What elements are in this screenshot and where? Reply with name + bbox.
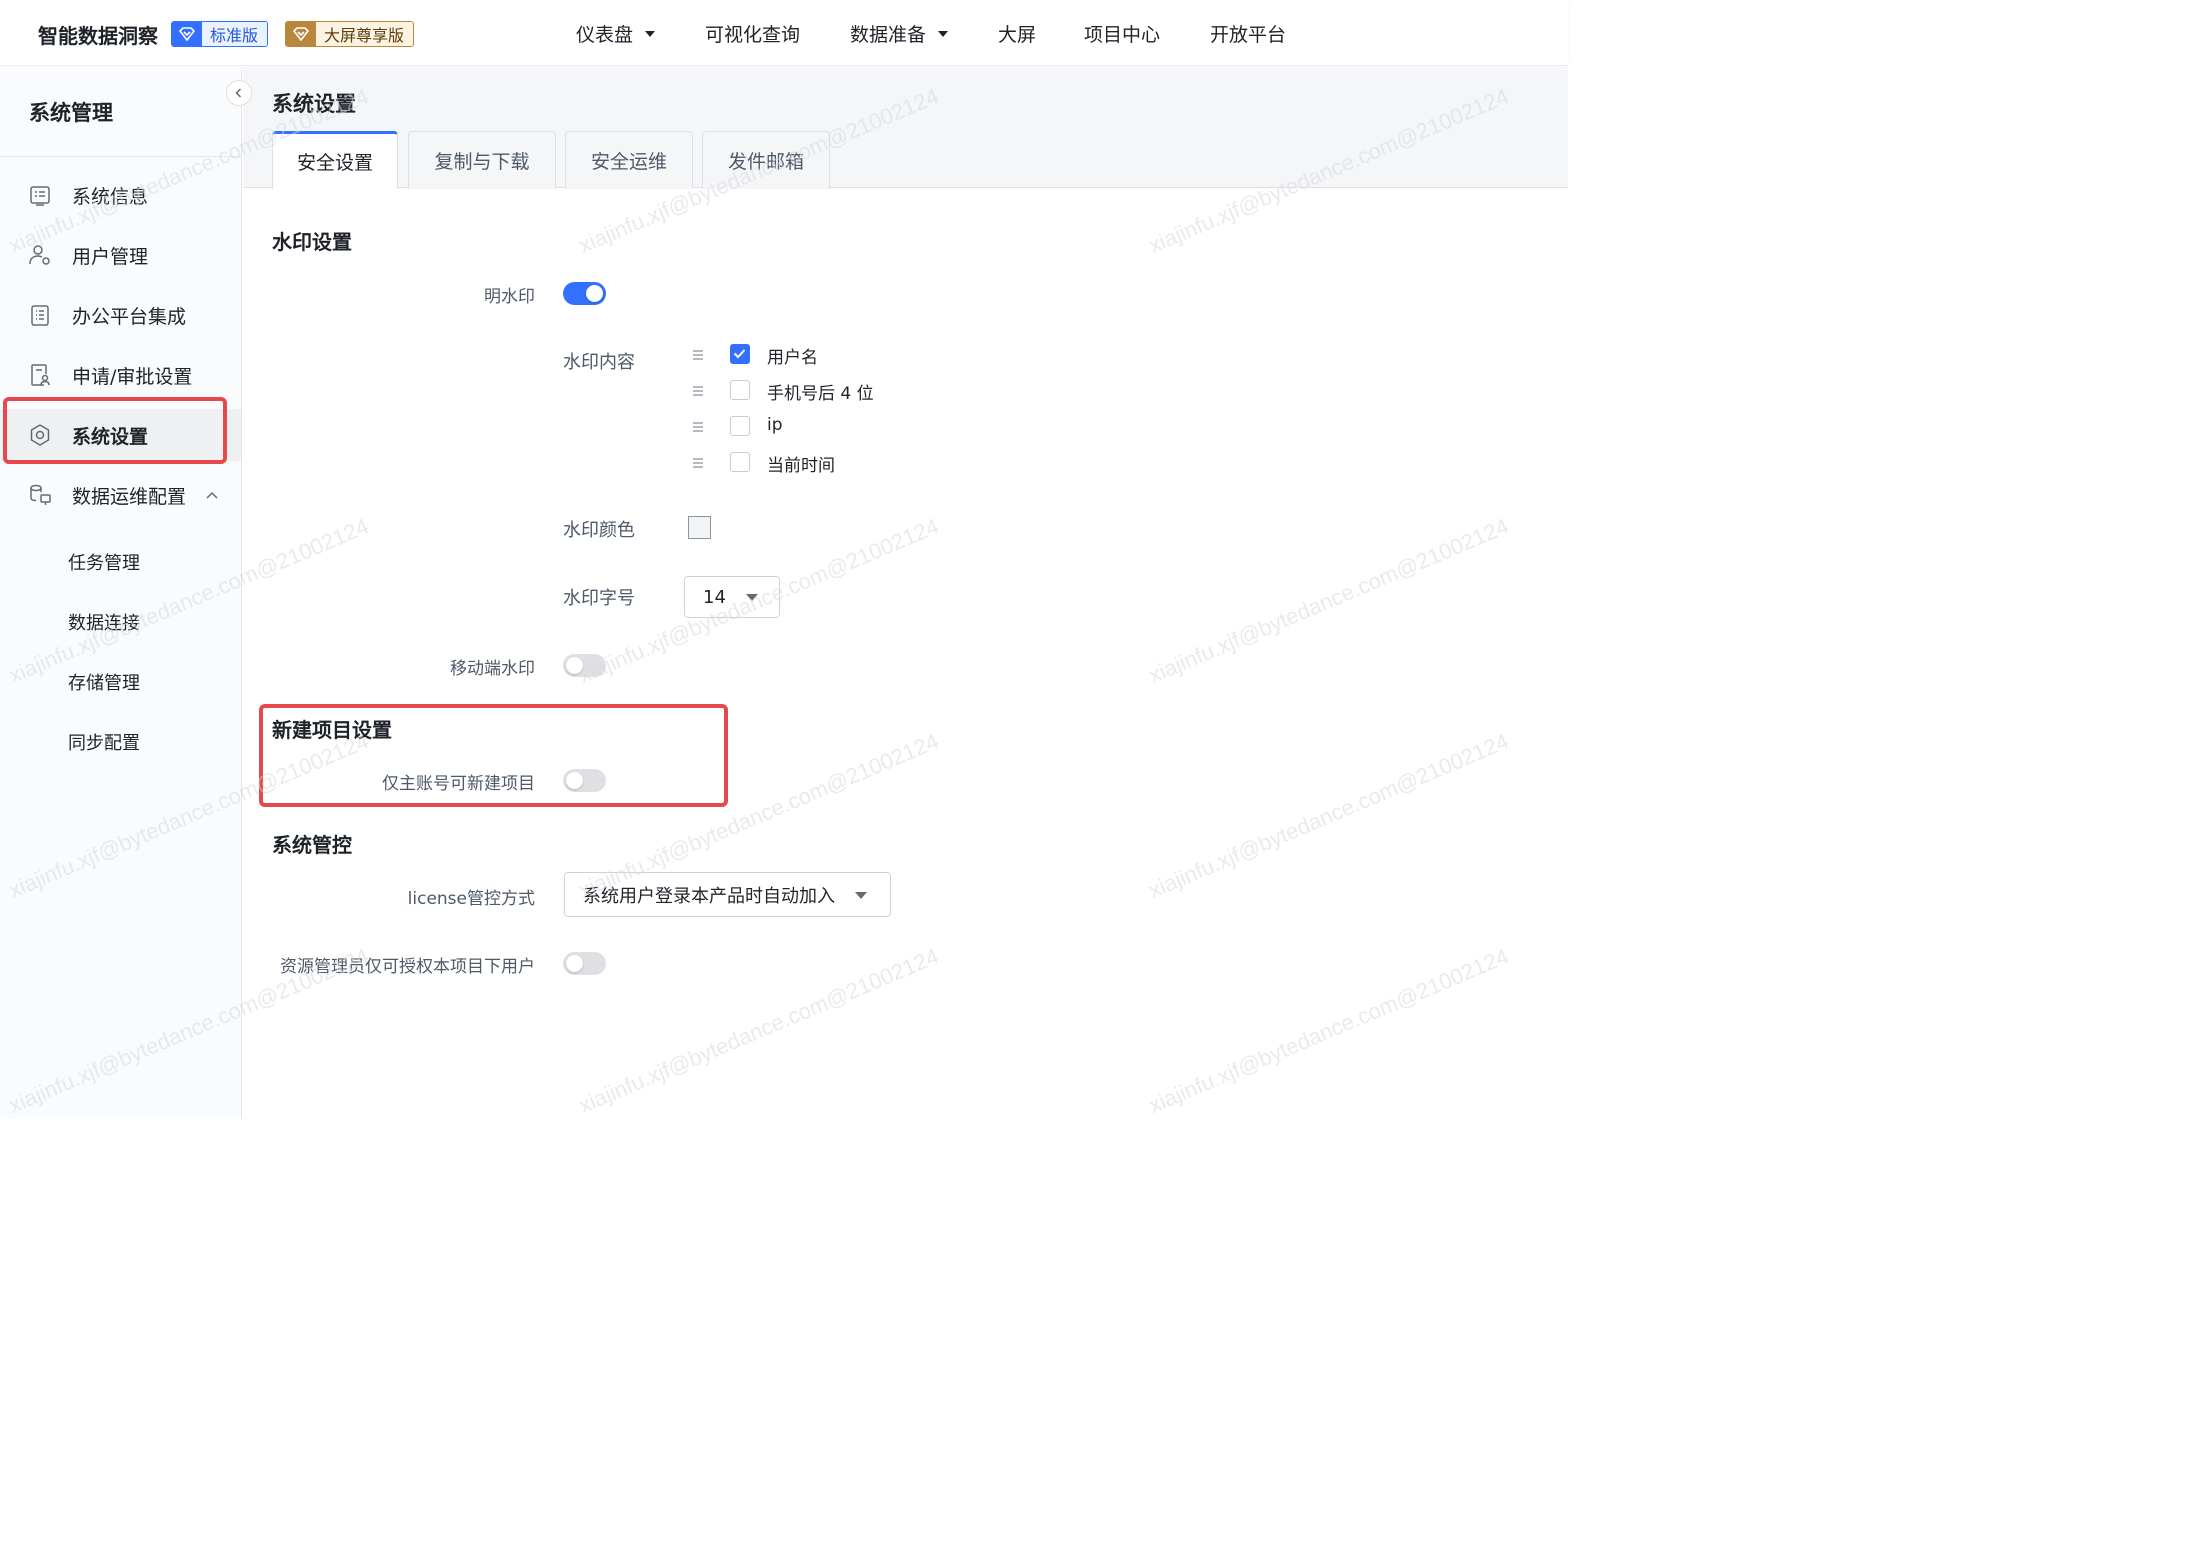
caret-down-icon [938,30,949,37]
nav-project-center[interactable]: 项目中心 [1084,20,1160,47]
sidebar-subitem-task-management[interactable]: 任务管理 [68,549,140,575]
resource-admin-label: 资源管理员仅可授权本项目下用户 [280,957,535,977]
sidebar-item-label: 办公平台集成 [72,305,187,328]
edition-badge-standard: 标准版 [171,21,269,47]
sidebar-item-label: 系统设置 [72,425,149,448]
nav-label: 可视化查询 [705,24,801,46]
nav-big-screen[interactable]: 大屏 [998,20,1036,47]
sidebar-item-data-ops[interactable]: 数据运维配置 [0,469,241,521]
edition-badge-vip: 大屏尊享版 [285,21,415,47]
diamond-icon [172,22,202,46]
caret-down-icon [645,30,656,37]
nav-label: 开放平台 [1210,24,1287,46]
license-control-label: license管控方式 [407,889,535,909]
checkbox-label: 手机号后 4 位 [767,384,874,404]
nav-label: 仪表盘 [576,24,634,46]
watermark-font-size-select[interactable]: 14 [684,576,780,618]
gear-icon [30,424,50,446]
checkbox-phone-last4[interactable] [730,380,750,400]
sidebar-item-system-info[interactable]: 系统信息 [0,169,241,221]
checkbox-label: ip [767,415,783,435]
drag-handle-icon[interactable] [690,420,706,434]
section-title-watermark: 水印设置 [272,230,352,254]
sidebar-item-label: 申请/审批设置 [72,365,193,388]
mobile-watermark-switch[interactable] [563,654,606,677]
caret-down-icon [855,892,867,899]
diamond-icon [286,22,316,46]
section-title-system-control: 系统管控 [272,833,352,857]
section-title-new-project: 新建项目设置 [272,718,392,742]
checkbox-label: 当前时间 [767,456,835,476]
page-title: 系统设置 [272,92,356,116]
watermark-color-label: 水印颜色 [563,520,635,541]
drag-handle-icon[interactable] [690,456,706,470]
sidebar-item-system-settings[interactable]: 系统设置 [0,409,241,461]
sidebar-subitem-sync-config[interactable]: 同步配置 [68,729,140,755]
background-watermark: xiajinfu.xjf@bytedance.com@21002124 [575,943,943,1119]
mobile-watermark-label: 移动端水印 [450,659,535,679]
checkbox-current-time[interactable] [730,452,750,472]
watermark-color-picker[interactable] [688,516,711,539]
license-control-select[interactable]: 系统用户登录本产品时自动加入 [564,872,891,917]
user-gear-icon [29,245,50,265]
sidebar: 系统管理 系统信息 用户管理 办公平台集成 申请/审批设置 系统设置 数据运维配… [0,67,242,1119]
sidebar-item-office-integration[interactable]: 办公平台集成 [0,289,241,341]
nav-visual-query[interactable]: 可视化查询 [705,20,800,47]
sidebar-item-label: 用户管理 [72,245,149,268]
badge-label: 大屏尊享版 [316,22,414,46]
select-value: 系统用户登录本产品时自动加入 [583,885,835,907]
approval-icon [31,364,50,386]
background-watermark: xiajinfu.xjf@bytedance.com@21002124 [1145,513,1513,689]
tab-label: 安全设置 [296,152,373,174]
visible-watermark-switch[interactable] [563,282,606,305]
sidebar-divider [0,156,241,157]
chevron-up-icon [206,491,218,499]
tab-copy-download[interactable]: 复制与下载 [408,131,556,189]
nav-dashboard[interactable]: 仪表盘 [576,20,656,47]
checkbox-label: 用户名 [767,348,818,368]
sidebar-item-approval-settings[interactable]: 申请/审批设置 [0,349,241,401]
sidebar-item-label: 数据运维配置 [72,485,187,508]
watermark-font-size-label: 水印字号 [563,588,635,609]
checkbox-ip[interactable] [730,416,750,436]
chevron-left-icon [235,88,242,98]
data-ops-icon [30,484,51,505]
nav-open-platform[interactable]: 开放平台 [1210,20,1286,47]
owner-only-create-switch[interactable] [563,769,606,792]
tab-security-settings[interactable]: 安全设置 [272,131,398,189]
watermark-content-label: 水印内容 [563,352,635,373]
nav-data-prep[interactable]: 数据准备 [850,20,949,47]
drag-handle-icon[interactable] [690,384,706,398]
tab-label: 复制与下载 [434,151,530,173]
drag-handle-icon[interactable] [690,348,706,362]
info-card-icon [30,186,50,206]
sidebar-item-label: 系统信息 [72,185,149,208]
select-value: 14 [703,586,726,608]
nav-label: 数据准备 [850,24,927,46]
tab-security-ops[interactable]: 安全运维 [565,131,693,189]
document-list-icon [31,305,49,326]
background-watermark: xiajinfu.xjf@bytedance.com@21002124 [1145,728,1513,904]
visible-watermark-label: 明水印 [484,287,535,307]
app-title: 智能数据洞察 [38,24,158,48]
caret-down-icon [746,594,758,601]
sidebar-title: 系统管理 [29,101,113,125]
sidebar-subitem-storage-management[interactable]: 存储管理 [68,669,140,695]
background-watermark: xiajinfu.xjf@bytedance.com@21002124 [1145,943,1513,1119]
checkmark-icon [733,349,746,359]
checkbox-username[interactable] [730,344,750,364]
badge-label: 标准版 [202,22,268,46]
sidebar-subitem-data-connection[interactable]: 数据连接 [68,609,140,635]
sidebar-collapse-button[interactable] [226,80,252,106]
nav-label: 项目中心 [1084,24,1161,46]
tab-sender-mailbox[interactable]: 发件邮箱 [702,131,830,189]
top-navigation-bar: 智能数据洞察 标准版 大屏尊享版 仪表盘 可视化查询 数据准备 大屏 项目中心 … [0,0,1568,66]
sidebar-item-user-management[interactable]: 用户管理 [0,229,241,281]
resource-admin-switch[interactable] [563,952,606,975]
tab-label: 发件邮箱 [727,151,804,173]
tab-label: 安全运维 [590,151,667,173]
nav-label: 大屏 [998,24,1037,46]
owner-only-create-label: 仅主账号可新建项目 [382,774,535,794]
